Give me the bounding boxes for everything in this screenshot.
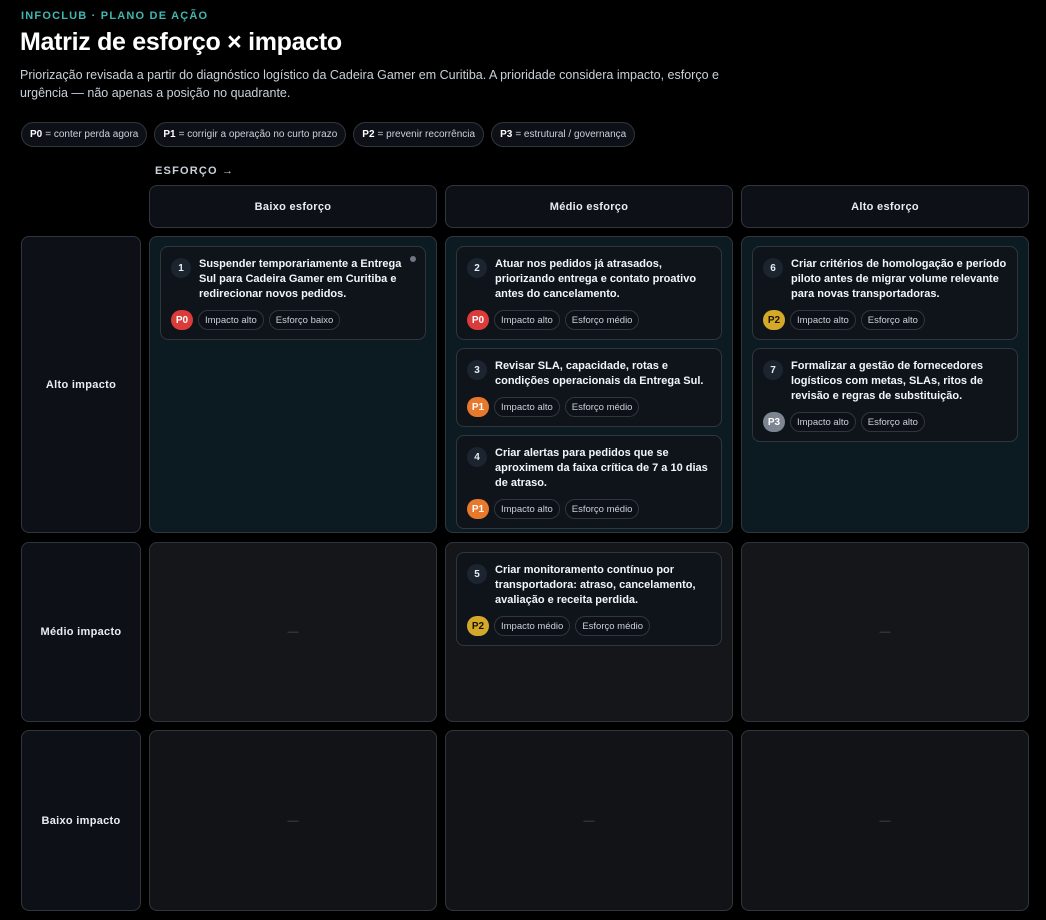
- priority-badge: P0: [467, 310, 489, 330]
- quadrant-low-impact-high-effort: —: [741, 730, 1029, 911]
- empty-marker: —: [287, 626, 299, 638]
- card-text: Criar monitoramento contínuo por transpo…: [495, 564, 696, 606]
- impact-tag: Impacto alto: [790, 412, 856, 432]
- legend-text: = estrutural / governança: [515, 129, 627, 140]
- card-number: 4: [467, 447, 487, 467]
- effort-tag: Esforço alto: [860, 310, 925, 330]
- empty-marker: —: [879, 814, 891, 827]
- priority-badge: P2: [467, 616, 489, 636]
- column-header-low-effort: Baixo esforço: [149, 185, 437, 228]
- effort-tag: Esforço alto: [860, 412, 925, 432]
- page-title: Matriz de esforço × impacto: [20, 28, 342, 56]
- card-text: Formalizar a gestão de fornecedores logí…: [791, 360, 983, 402]
- effort-tag: Esforço médio: [575, 616, 651, 636]
- legend-code: P0: [30, 129, 43, 140]
- effort-tag: Esforço médio: [564, 310, 640, 330]
- legend-code: P2: [362, 129, 375, 140]
- impact-tag: Impacto alto: [494, 310, 560, 330]
- card-text: Criar alertas para pedidos que se aproxi…: [495, 447, 708, 489]
- row-header-medium-impact: Médio impacto: [21, 542, 141, 722]
- effort-tag: Esforço médio: [564, 397, 640, 417]
- impact-tag: Impacto alto: [494, 499, 560, 519]
- priority-legend: P0 = conter perda agora P1 = corrigir a op…: [21, 122, 636, 147]
- card-number: 6: [763, 258, 783, 278]
- legend-text: = corrigir a operação no curto prazo: [178, 129, 338, 140]
- impact-tag: Impacto alto: [494, 397, 560, 417]
- action-card[interactable]: 1 Suspender temporariamente a Entrega Su…: [160, 246, 426, 340]
- action-card[interactable]: 7 Formalizar a gestão de fornecedores lo…: [752, 348, 1018, 442]
- quadrant-medium-impact-high-effort: —: [741, 542, 1029, 722]
- card-number: 3: [467, 360, 487, 380]
- priority-badge: P3: [763, 412, 785, 432]
- effort-tag: Esforço médio: [564, 499, 640, 519]
- priority-badge: P1: [467, 499, 489, 519]
- quadrant-medium-impact-low-effort: —: [149, 542, 437, 722]
- legend-chip-p3: P3 = estrutural / governança: [491, 122, 636, 147]
- legend-code: P1: [163, 129, 176, 140]
- quadrant-high-impact-low-effort: 1 Suspender temporariamente a Entrega Su…: [149, 236, 437, 533]
- eyebrow: INFOCLUB · PLANO DE AÇÃO: [21, 10, 209, 22]
- quadrant-high-impact-high-effort: 6 Criar critérios de homologação e perío…: [741, 236, 1029, 533]
- action-card[interactable]: 5 Criar monitoramento contínuo por trans…: [456, 552, 722, 646]
- card-text: Suspender temporariamente a Entrega Sul …: [199, 258, 402, 300]
- card-number: 1: [171, 258, 191, 278]
- legend-chip-p2: P2 = prevenir recorrência: [353, 122, 485, 147]
- impact-tag: Impacto alto: [790, 310, 856, 330]
- impact-tag: Impacto médio: [494, 616, 571, 636]
- effort-axis-label: ESFORÇO →: [155, 165, 235, 177]
- quadrant-medium-impact-medium-effort: 5 Criar monitoramento contínuo por trans…: [445, 542, 733, 722]
- quadrant-low-impact-low-effort: —: [149, 730, 437, 911]
- action-card[interactable]: 4 Criar alertas para pedidos que se apro…: [456, 435, 722, 529]
- quadrant-high-impact-medium-effort: 2 Atuar nos pedidos já atrasados, priori…: [445, 236, 733, 533]
- column-header-medium-effort: Médio esforço: [445, 185, 733, 228]
- card-number: 2: [467, 258, 487, 278]
- column-header-high-effort: Alto esforço: [741, 185, 1029, 228]
- indicator-dot: [410, 256, 416, 262]
- card-text: Revisar SLA, capacidade, rotas e condiçõ…: [495, 360, 704, 387]
- empty-marker: —: [879, 626, 891, 638]
- priority-badge: P0: [171, 310, 193, 330]
- card-text: Atuar nos pedidos já atrasados, prioriza…: [495, 258, 697, 300]
- priority-badge: P2: [763, 310, 785, 330]
- action-card[interactable]: 6 Criar critérios de homologação e perío…: [752, 246, 1018, 340]
- legend-chip-p0: P0 = conter perda agora: [21, 122, 148, 147]
- action-card[interactable]: 2 Atuar nos pedidos já atrasados, priori…: [456, 246, 722, 340]
- impact-tag: Impacto alto: [198, 310, 264, 330]
- priority-badge: P1: [467, 397, 489, 417]
- card-text: Criar critérios de homologação e período…: [791, 258, 1007, 300]
- quadrant-low-impact-medium-effort: —: [445, 730, 733, 911]
- legend-text: = prevenir recorrência: [377, 129, 476, 140]
- card-number: 7: [763, 360, 783, 380]
- empty-marker: —: [583, 814, 595, 827]
- effort-tag: Esforço baixo: [268, 310, 341, 330]
- empty-marker: —: [287, 814, 299, 827]
- legend-text: = conter perda agora: [45, 129, 139, 140]
- legend-chip-p1: P1 = corrigir a operação no curto prazo: [154, 122, 347, 147]
- row-header-high-impact: Alto impacto: [21, 236, 141, 533]
- card-number: 5: [467, 564, 487, 584]
- action-card[interactable]: 3 Revisar SLA, capacidade, rotas e condi…: [456, 348, 722, 427]
- legend-code: P3: [500, 129, 513, 140]
- row-header-low-impact: Baixo impacto: [21, 730, 141, 911]
- page-subtitle: Priorização revisada a partir do diagnós…: [20, 68, 719, 100]
